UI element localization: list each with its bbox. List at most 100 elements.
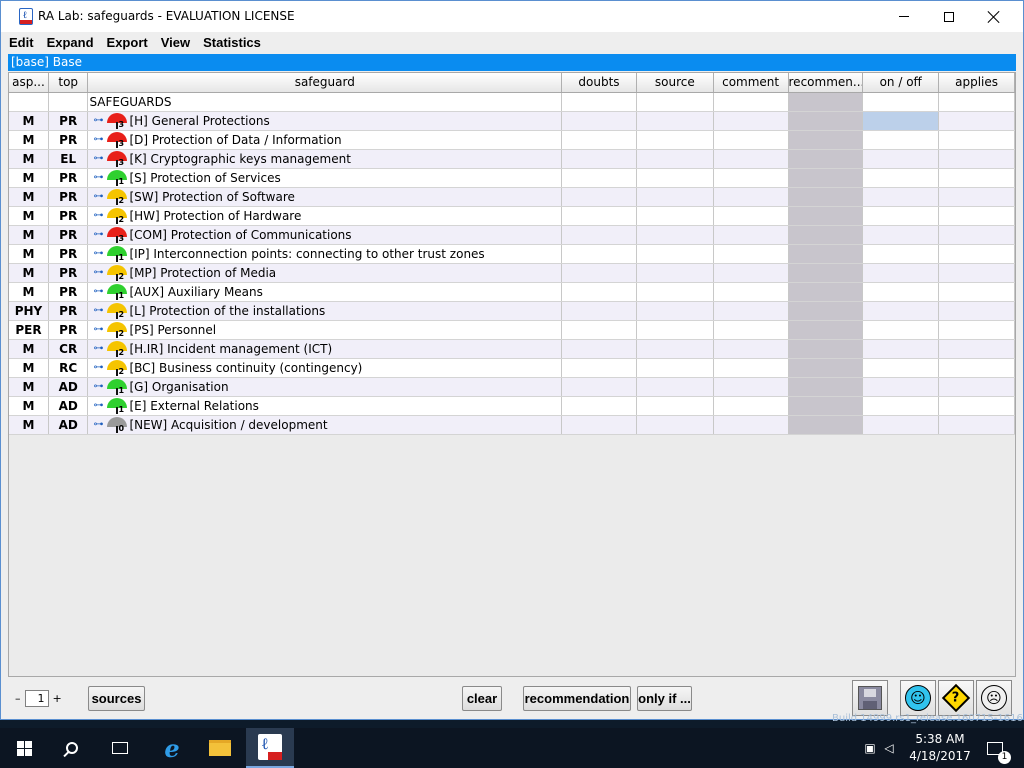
cell-applies[interactable]: [938, 168, 1015, 188]
cell-top[interactable]: PR: [48, 187, 89, 207]
col-header-safeguard[interactable]: safeguard: [87, 73, 563, 93]
tray-network[interactable]: ▣: [858, 728, 882, 768]
cell-source[interactable]: [636, 339, 714, 359]
safeguards-table-area[interactable]: asp... top safeguard doubts source comme…: [8, 72, 1016, 677]
cell-recommendation[interactable]: [788, 358, 864, 378]
cell-top[interactable]: AD: [48, 377, 89, 397]
cell-on-off[interactable]: [862, 377, 940, 397]
cell-doubts[interactable]: [561, 339, 637, 359]
cell-on-off[interactable]: [862, 187, 940, 207]
cell-doubts[interactable]: [561, 320, 637, 340]
cell-safeguard[interactable]: ⊶ 1 [E] External Relations: [87, 396, 563, 416]
cell-on-off[interactable]: [862, 320, 940, 340]
cell-comment[interactable]: [713, 187, 789, 207]
table-row[interactable]: M PR ⊶ 1 [AUX] Auxiliary Means: [9, 282, 1015, 302]
cell-doubts[interactable]: [561, 206, 637, 226]
cell-source[interactable]: [636, 206, 714, 226]
cell-applies[interactable]: [938, 415, 1015, 435]
expand-key-icon[interactable]: ⊶: [93, 286, 105, 297]
cell-comment[interactable]: [713, 396, 789, 416]
cell-on-off[interactable]: [862, 111, 940, 131]
cell-safeguard[interactable]: ⊶ 2 [BC] Business continuity (contingency): [87, 358, 563, 378]
cell-recommendation[interactable]: [788, 263, 864, 283]
cell-aspect[interactable]: M: [9, 377, 49, 397]
cell-on-off[interactable]: [862, 168, 940, 188]
cell-top[interactable]: PR: [48, 130, 89, 150]
cell-safeguard[interactable]: ⊶ 1 [AUX] Auxiliary Means: [87, 282, 563, 302]
cell-recommendation[interactable]: [788, 396, 864, 416]
cell-applies[interactable]: [938, 206, 1015, 226]
cell-on-off[interactable]: [862, 301, 940, 321]
cell-recommendation[interactable]: [788, 320, 864, 340]
clear-button[interactable]: clear: [462, 686, 502, 711]
col-header-doubts[interactable]: doubts: [561, 73, 637, 93]
cell-comment[interactable]: [713, 92, 789, 112]
cell-recommendation[interactable]: [788, 111, 864, 131]
table-row[interactable]: M PR ⊶ 1 [IP] Interconnection points: connec…: [9, 244, 1015, 264]
cell-recommendation[interactable]: [788, 149, 864, 169]
expand-key-icon[interactable]: ⊶: [93, 381, 105, 392]
cell-source[interactable]: [636, 111, 714, 131]
cell-safeguard[interactable]: ⊶ 0 [NEW] Acquisition / development: [87, 415, 563, 435]
cell-comment[interactable]: [713, 415, 789, 435]
cell-top[interactable]: PR: [48, 301, 89, 321]
expand-key-icon[interactable]: ⊶: [93, 115, 105, 126]
cell-top[interactable]: PR: [48, 168, 89, 188]
menu-edit[interactable]: Edit: [9, 35, 34, 50]
table-row[interactable]: M PR ⊶ 2 [HW] Protection of Hardware: [9, 206, 1015, 226]
cell-source[interactable]: [636, 244, 714, 264]
cell-aspect[interactable]: M: [9, 130, 49, 150]
cell-aspect[interactable]: M: [9, 415, 49, 435]
col-header-on-off[interactable]: on / off: [862, 73, 940, 93]
cell-on-off[interactable]: [862, 225, 940, 245]
col-header-aspect[interactable]: asp...: [9, 73, 49, 93]
cell-top[interactable]: AD: [48, 396, 89, 416]
cell-doubts[interactable]: [561, 225, 637, 245]
cell-safeguard[interactable]: ⊶ 2 [H.IR] Incident management (ICT): [87, 339, 563, 359]
table-row[interactable]: M CR ⊶ 2 [H.IR] Incident management (ICT): [9, 339, 1015, 359]
cell-safeguard[interactable]: ⊶ 1 [G] Organisation: [87, 377, 563, 397]
cell-applies[interactable]: [938, 320, 1015, 340]
cell-aspect[interactable]: M: [9, 187, 49, 207]
table-row[interactable]: M PR ⊶ 3 [D] Protection of Data / Informatio…: [9, 130, 1015, 150]
cell-comment[interactable]: [713, 263, 789, 283]
cell-recommendation[interactable]: [788, 282, 864, 302]
cell-aspect[interactable]: [9, 92, 49, 112]
cell-on-off[interactable]: [862, 339, 940, 359]
cell-doubts[interactable]: [561, 358, 637, 378]
only-if-button[interactable]: only if ...: [637, 686, 692, 711]
cell-doubts[interactable]: [561, 149, 637, 169]
cell-on-off[interactable]: [862, 206, 940, 226]
expand-key-icon[interactable]: ⊶: [93, 229, 105, 240]
cell-aspect[interactable]: PHY: [9, 301, 49, 321]
cell-applies[interactable]: [938, 282, 1015, 302]
expand-key-icon[interactable]: ⊶: [93, 400, 105, 411]
action-center-button[interactable]: 1: [983, 728, 1011, 768]
close-button[interactable]: [971, 1, 1017, 32]
cell-comment[interactable]: [713, 244, 789, 264]
cell-comment[interactable]: [713, 111, 789, 131]
cell-recommendation[interactable]: [788, 244, 864, 264]
cell-comment[interactable]: [713, 206, 789, 226]
table-row[interactable]: M PR ⊶ 3 [H] General Protections: [9, 111, 1015, 131]
cell-comment[interactable]: [713, 358, 789, 378]
taskbar-pilar-app[interactable]: ℓ: [246, 728, 294, 768]
table-row[interactable]: M EL ⊶ 3 [K] Cryptographic keys management: [9, 149, 1015, 169]
cell-source[interactable]: [636, 320, 714, 340]
spinner-value-field[interactable]: 1: [24, 690, 49, 707]
cell-applies[interactable]: [938, 339, 1015, 359]
taskbar-clock[interactable]: 5:38 AM 4/18/2017: [897, 731, 983, 765]
cell-applies[interactable]: [938, 111, 1015, 131]
expand-key-icon[interactable]: ⊶: [93, 248, 105, 259]
cell-source[interactable]: [636, 358, 714, 378]
cell-safeguard[interactable]: ⊶ 2 [MP] Protection of Media: [87, 263, 563, 283]
cell-recommendation[interactable]: [788, 130, 864, 150]
cell-top[interactable]: EL: [48, 149, 89, 169]
happy-button[interactable]: ☺: [900, 680, 936, 716]
expand-key-icon[interactable]: ⊶: [93, 305, 105, 316]
cell-aspect[interactable]: M: [9, 244, 49, 264]
cell-source[interactable]: [636, 149, 714, 169]
cell-safeguard[interactable]: ⊶ 3 [K] Cryptographic keys management: [87, 149, 563, 169]
cell-doubts[interactable]: [561, 111, 637, 131]
expand-key-icon[interactable]: ⊶: [93, 343, 105, 354]
